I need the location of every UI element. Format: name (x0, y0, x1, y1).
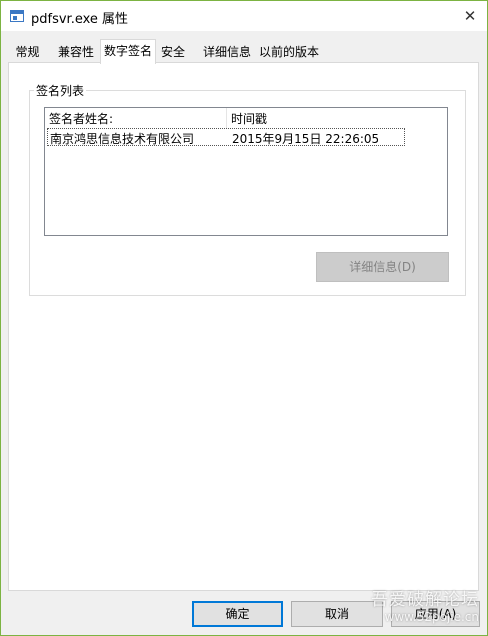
tab-digital-signatures[interactable]: 数字签名 (100, 39, 156, 64)
tab-details[interactable]: 详细信息 (199, 42, 255, 63)
watermark-text: 吾爱破解论坛 (371, 590, 479, 610)
timestamp-cell: 2015年9月15日 22:26:05 (232, 132, 380, 146)
cancel-button[interactable]: 取消 (291, 601, 383, 627)
title-bar[interactable]: pdfsvr.exe 属性 ✕ (1, 1, 487, 31)
column-header-timestamp[interactable]: 时间戳 (231, 110, 267, 127)
column-header-signer[interactable]: 签名者姓名: (49, 110, 113, 127)
signer-name-cell: 南京鸿思信息技术有限公司 (50, 132, 195, 146)
signature-list[interactable]: 签名者姓名: 时间戳 南京鸿思信息技术有限公司 2015年9月15日 22:26… (44, 107, 448, 236)
watermark: 吾爱破解论坛 www.52pojie.cn (371, 590, 479, 624)
list-header: 签名者姓名: 时间戳 (45, 108, 447, 128)
properties-window: pdfsvr.exe 属性 ✕ 常规 兼容性 数字签名 安全 详细信息 以前的版… (0, 0, 488, 636)
tab-security[interactable]: 安全 (156, 42, 190, 63)
window-title: pdfsvr.exe 属性 (31, 12, 129, 27)
watermark-url: www.52pojie.cn (384, 609, 479, 624)
ok-button[interactable]: 确定 (192, 601, 283, 627)
tab-previous-versions[interactable]: 以前的版本 (256, 42, 322, 63)
signature-list-label: 签名列表 (34, 82, 87, 99)
tab-panel-digital-signatures: 签名列表 签名者姓名: 时间戳 南京鸿思信息技术有限公司 2015年9月15日 … (8, 62, 479, 591)
signature-list-group: 签名列表 签名者姓名: 时间戳 南京鸿思信息技术有限公司 2015年9月15日 … (29, 82, 466, 296)
tab-general[interactable]: 常规 (8, 42, 47, 63)
window-app-icon (10, 10, 24, 22)
table-row[interactable]: 南京鸿思信息技术有限公司 2015年9月15日 22:26:05 (47, 128, 405, 146)
close-icon[interactable]: ✕ (459, 5, 481, 27)
column-separator[interactable] (226, 108, 227, 128)
tab-compatibility[interactable]: 兼容性 (51, 42, 101, 63)
details-button[interactable]: 详细信息(D) (316, 252, 449, 282)
